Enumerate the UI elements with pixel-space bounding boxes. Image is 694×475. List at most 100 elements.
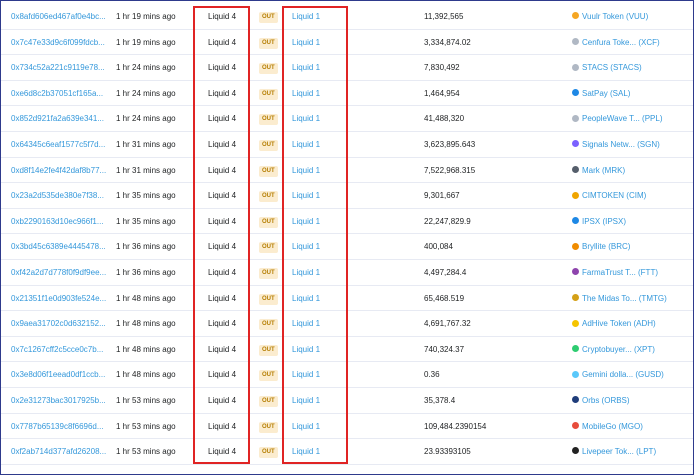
from-address: Liquid 4 [208,447,237,457]
txn-hash-link[interactable]: 0x7c47e33d9c6f099fdcb... [11,30,111,56]
txn-hash-link[interactable]: 0x7787b65139c8f6696d... [11,414,111,440]
to-address-link[interactable]: Liquid 1 [292,362,320,388]
to-address-link[interactable]: Liquid 1 [292,209,320,235]
token-link[interactable]: Cenfura Toke... (XCF) [572,30,660,56]
stacs-token-icon [572,63,579,71]
quantity-value: 4,497,284.4 [424,267,467,277]
mobilego-token-icon [572,421,579,429]
vuulr-token-icon [572,12,579,20]
quantity-value: 7,830,492 [424,63,460,73]
txn-hash-link[interactable]: 0xf42a2d7d778f0f9df9ee... [11,260,111,286]
to-address-link[interactable]: Liquid 1 [292,260,320,286]
txn-hash-link[interactable]: 0x21351f1e0d903fe524e... [11,286,111,312]
direction-badge: OUT [259,319,278,331]
direction-badge: OUT [259,344,278,356]
to-address-link[interactable]: Liquid 1 [292,183,320,209]
to-address-link[interactable]: Liquid 1 [292,81,320,107]
cryptobuyer-token-icon [572,345,579,353]
to-address-link[interactable]: Liquid 1 [292,158,320,184]
from-address: Liquid 4 [208,395,237,405]
txn-hash-link[interactable]: 0x852d921fa2a639e341... [11,106,111,132]
direction-badge: OUT [259,165,278,177]
table-row: 0xf2ab714d377afd26208... 1 hr 53 mins ago… [1,439,693,465]
from-address: Liquid 4 [208,421,237,431]
gemini-dollar-icon [572,370,579,378]
token-link[interactable]: AdHive Token (ADH) [572,311,656,337]
token-name: PeopleWave T... (PPL) [582,114,663,124]
to-address-link[interactable]: Liquid 1 [292,439,320,465]
to-address-link[interactable]: Liquid 1 [292,337,320,363]
token-link[interactable]: FarmaTrust T... (FTT) [572,260,658,286]
to-address-link[interactable]: Liquid 1 [292,30,320,56]
token-link[interactable]: STACS (STACS) [572,55,642,81]
table-row: 0x8afd606ed467af0e4bc... 1 hr 19 mins ago… [1,4,693,30]
to-address-link[interactable]: Liquid 1 [292,132,320,158]
to-address-link[interactable]: Liquid 1 [292,311,320,337]
token-link[interactable]: MobileGo (MGO) [572,414,643,440]
quantity-value: 65,468.519 [424,293,465,303]
from-address: Liquid 4 [208,191,237,201]
txn-hash-link[interactable]: 0x64345c6eaf1577c5f7d... [11,132,111,158]
txn-hash-link[interactable]: 0x7c1267cff2c5cce0c7b... [11,337,111,363]
to-address-link[interactable]: Liquid 1 [292,414,320,440]
age-text: 1 hr 48 mins ago [116,319,176,329]
token-link[interactable]: SatPay (SAL) [572,81,630,107]
txn-hash-link[interactable]: 0x9aea31702c0d632152... [11,311,111,337]
token-link[interactable]: IPSX (IPSX) [572,209,626,235]
to-address-link[interactable]: Liquid 1 [292,234,320,260]
to-address-link[interactable]: Liquid 1 [292,388,320,414]
from-address: Liquid 4 [208,267,237,277]
age-text: 1 hr 19 mins ago [116,12,176,21]
quantity-value: 400,084 [424,242,453,252]
table-row: 0x2e31273bac3017925b... 1 hr 53 mins ago L… [1,388,693,414]
table-row: 0xd8f14e2fe4f42daf8b77... 1 hr 31 mins ag… [1,158,693,184]
token-link[interactable]: Cryptobuyer... (XPT) [572,337,655,363]
token-link[interactable]: The Midas To... (TMTG) [572,286,667,312]
txn-hash-link[interactable]: 0x3e8d06f1eead0df1ccb... [11,362,111,388]
token-name: Vuulr Token (VUU) [582,12,649,21]
from-address: Liquid 4 [208,165,237,175]
to-address-link[interactable]: Liquid 1 [292,106,320,132]
token-link[interactable]: Gemini dolla... (GUSD) [572,362,664,388]
txn-hash-link[interactable]: 0x8afd606ed467af0e4bc... [11,4,111,30]
txn-hash-link[interactable]: 0x3bd45c6389e4445478... [11,234,111,260]
direction-badge: OUT [259,293,278,305]
quantity-value: 740,324.37 [424,344,465,354]
age-text: 1 hr 35 mins ago [116,216,176,226]
txn-hash-link[interactable]: 0x734c52a221c9119e78... [11,55,111,81]
token-name: Mark (MRK) [582,165,626,175]
direction-badge: OUT [259,12,278,23]
direction-badge: OUT [259,242,278,254]
token-link[interactable]: Bryllite (BRC) [572,234,630,260]
token-link[interactable]: Vuulr Token (VUU) [572,4,648,30]
table-row: 0x734c52a221c9119e78... 1 hr 24 mins ago L… [1,55,693,81]
token-link[interactable]: CIMTOKEN (CIM) [572,183,646,209]
txn-hash-link[interactable]: 0x23a2d535de380e7f38... [11,183,111,209]
quantity-value: 1,464,954 [424,88,460,98]
txn-hash-link[interactable]: 0x2e31273bac3017925b... [11,388,111,414]
from-address: Liquid 4 [208,216,237,226]
direction-badge: OUT [259,63,278,75]
token-link[interactable]: Orbs (ORBS) [572,388,630,414]
token-name: Signals Netw... (SGN) [582,139,660,149]
token-link[interactable]: Mark (MRK) [572,158,625,184]
token-link[interactable]: Livepeer Tok... (LPT) [572,439,656,465]
txn-hash-link[interactable]: 0xf2ab714d377afd26208... [11,439,111,465]
token-link[interactable]: PeopleWave T... (PPL) [572,106,662,132]
direction-badge: OUT [259,447,278,459]
to-address-link[interactable]: Liquid 1 [292,286,320,312]
to-address-link[interactable]: Liquid 1 [292,55,320,81]
to-address-link[interactable]: Liquid 1 [292,4,320,30]
direction-badge: OUT [259,37,278,49]
txn-hash-link[interactable]: 0xe6d8c2b37051cf165a... [11,81,111,107]
token-name: Bryllite (BRC) [582,242,631,252]
txn-hash-link[interactable]: 0xd8f14e2fe4f42daf8b77... [11,158,111,184]
txn-hash-link[interactable]: 0xb2290163d10ec966f1... [11,209,111,235]
token-name: Livepeer Tok... (LPT) [582,447,657,457]
token-transfers-table: 0x8afd606ed467af0e4bc... 1 hr 19 mins ago… [1,4,693,465]
from-address: Liquid 4 [208,242,237,252]
age-text: 1 hr 36 mins ago [116,242,176,252]
mark-token-icon [572,165,579,173]
from-address: Liquid 4 [208,139,237,149]
token-link[interactable]: Signals Netw... (SGN) [572,132,660,158]
